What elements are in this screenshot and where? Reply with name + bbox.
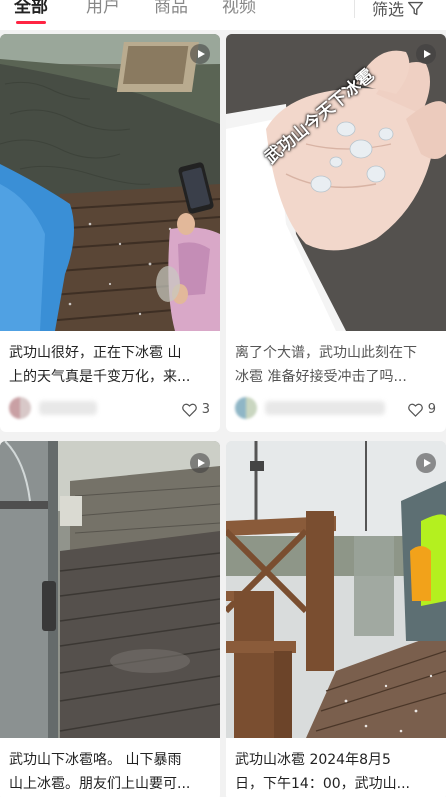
hail-viewing-deck-image [226, 441, 446, 738]
play-icon [190, 44, 210, 64]
video-thumbnail[interactable] [0, 441, 220, 738]
note-card[interactable]: 武功山下冰雹咯。 山下暴雨 山上冰雹。朋友们上山要可... [0, 441, 220, 797]
like-count: 9 [427, 402, 436, 417]
tab-video[interactable]: 视频 [222, 0, 256, 22]
avatar[interactable] [9, 397, 31, 419]
filter-button[interactable]: 筛选 [372, 0, 424, 20]
tab-goods[interactable]: 商品 [154, 0, 188, 22]
play-icon [416, 44, 436, 64]
play-icon [190, 453, 210, 473]
like-button[interactable]: 3 [181, 402, 210, 417]
filter-label: 筛选 [372, 0, 405, 19]
author-info[interactable] [235, 397, 385, 419]
author-name-blurred[interactable] [39, 401, 97, 415]
avatar[interactable] [235, 397, 257, 419]
note-title: 离了个大谱，武功山此刻在下 冰雹 准备好接受冲击了吗... [235, 345, 417, 385]
author-name-blurred[interactable] [265, 401, 385, 415]
like-button[interactable]: 9 [407, 402, 436, 417]
note-card[interactable]: 武功山冰雹 2024年8月5 日，下午14：00，武功山... [226, 441, 446, 797]
hail-stone-wall-image [0, 34, 220, 331]
video-thumbnail[interactable]: 武功山今天下冰雹 [226, 34, 446, 331]
tab-all[interactable]: 全部 [14, 0, 48, 22]
tab-divider [354, 0, 355, 18]
funnel-icon [408, 1, 423, 15]
video-thumbnail[interactable] [226, 441, 446, 738]
note-title: 武功山冰雹 2024年8月5 日，下午14：00，武功山... [235, 752, 410, 792]
heart-icon [407, 403, 423, 417]
video-thumbnail[interactable] [0, 34, 220, 331]
author-info[interactable] [9, 397, 97, 419]
note-card[interactable]: 武功山很好，正在下冰雹 山 上的天气真是千变万化，来... 3 [0, 34, 220, 432]
play-icon [416, 453, 436, 473]
note-title: 武功山很好，正在下冰雹 山 上的天气真是千变万化，来... [9, 345, 191, 385]
like-count: 3 [201, 402, 210, 417]
search-tab-bar: 全部 用户 商品 视频 筛选 [0, 0, 446, 30]
heart-icon [181, 403, 197, 417]
note-card[interactable]: 武功山今天下冰雹 离了个大谱，武功山此刻在下 冰雹 准备好接受冲击了吗... 9 [226, 34, 446, 432]
hail-wooden-path-image [0, 441, 220, 738]
hail-in-hand-image [226, 34, 446, 331]
tab-users[interactable]: 用户 [86, 0, 120, 22]
note-title: 武功山下冰雹咯。 山下暴雨 山上冰雹。朋友们上山要可... [9, 752, 191, 792]
